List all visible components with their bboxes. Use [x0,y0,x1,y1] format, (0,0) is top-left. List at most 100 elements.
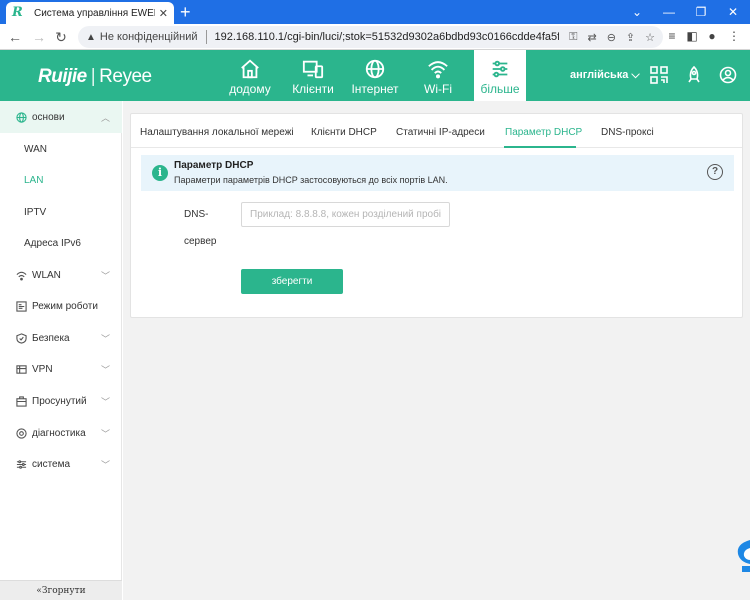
sidebar-item-lan[interactable]: LAN [0,164,122,196]
tab-dhcp-option[interactable]: Параметр DHCP [505,127,582,138]
nav-wifi-label: Wi-Fi [424,82,452,96]
zoom-icon[interactable]: ⊖ [607,31,616,44]
globe-icon [365,59,385,79]
translate-icon[interactable]: ⇄ [587,31,596,44]
tab-dns-proxy[interactable]: DNS-проксі [601,127,654,138]
sidebar-item-wlan[interactable]: WLAN ﹀ [0,259,122,291]
nav-home-label: додому [229,82,271,96]
nav-wifi[interactable]: Wi-Fi [416,50,460,101]
restore-button[interactable]: ❐ [684,0,718,24]
new-tab-button[interactable]: + [180,2,191,22]
sidebar-item-diagnostics[interactable]: діагностика ﹀ [0,417,122,449]
save-button[interactable]: зберегти [241,269,343,294]
dns-server-input[interactable] [241,202,450,227]
side-panel-icon[interactable]: ◧ [684,29,700,43]
dns-server-label-line1: DNS- [184,209,209,220]
share-icon[interactable]: ⇪ [626,31,635,44]
reading-list-icon[interactable]: ≡ [664,29,680,43]
info-banner: i Параметр DHCP Параметри параметрів DHC… [141,155,734,191]
bookmark-star-icon[interactable]: ☆ [645,31,655,44]
briefcase-icon [15,395,27,407]
sidebar-item-basics[interactable]: основи ︿ [0,101,122,133]
qr-code-icon[interactable] [650,66,668,84]
sidebar-item-label: система [32,458,71,470]
rocket-icon[interactable] [685,66,703,84]
tab-static-ip[interactable]: Статичні IP-адреси [396,127,485,138]
sidebar-item-label: IPTV [24,206,47,218]
ruijie-favicon-icon: R [12,5,23,20]
nav-internet-label: Інтернет [351,82,399,96]
nav-more-label: більше [480,82,520,96]
sidebar-item-label: Режим роботи [32,300,98,312]
tab-lan-settings[interactable]: Налаштування локальної мережі [140,127,294,138]
dns-server-label-line2: сервер [184,236,217,247]
profile-avatar-icon[interactable]: ● [704,29,720,43]
info-text: Параметри параметрів DHCP застосовуються… [174,175,448,185]
url-text[interactable]: 192.168.110.1/cgi-bin/luci/;stok=51532d9… [215,31,560,43]
collapse-sidebar-button[interactable]: «Згорнути [0,580,122,600]
sidebar-item-label: VPN [32,363,53,375]
tab-close-icon[interactable]: ✕ [159,7,168,20]
sidebar-item-work-mode[interactable]: Режим роботи [0,290,122,322]
mode-icon [15,300,27,312]
sidebar-item-label: Адреса IPv6 [24,237,81,249]
nav-clients-label: Клієнти [292,82,334,96]
reload-icon[interactable]: ↻ [52,28,70,46]
sidebar-item-label: Просунутий [32,395,87,407]
vpn-icon [15,363,27,375]
user-account-icon[interactable] [719,66,737,84]
wifi-icon [428,61,448,79]
brand-reyee: Reyee [99,66,152,87]
security-status[interactable]: Не конфіденційний [100,31,198,43]
nav-clients[interactable]: Клієнти [289,50,337,101]
sidebar-item-ipv6[interactable]: Адреса IPv6 [0,227,122,259]
dhcp-option-card: Налаштування локальної мережі Клієнти DH… [130,113,743,318]
brand-ruijie: Ruijie [38,66,87,87]
diagnostics-icon [15,427,27,439]
chevron-down-icon: ﹀ [100,459,110,470]
minimize-button[interactable]: — [652,0,686,24]
chevron-down-icon: ﹀ [100,333,110,344]
tab-search-icon[interactable]: ⌄ [620,0,654,24]
close-window-button[interactable]: ✕ [716,0,750,24]
chevron-down-icon: ﹀ [100,428,110,439]
shield-icon [15,332,27,344]
forward-arrow-icon[interactable]: → [30,28,48,46]
info-icon: i [152,165,168,181]
nav-home[interactable]: додому [228,50,272,101]
sidebar: основи ︿ WAN LAN IPTV Адреса IPv6 WLAN ﹀… [0,101,122,600]
home-icon [241,59,259,79]
key-icon[interactable]: ⚿ [569,31,577,44]
sidebar-item-label: WLAN [32,269,61,281]
devices-icon [302,60,324,79]
sidebar-item-label: Безпека [32,332,70,344]
help-icon[interactable]: ? [707,164,723,180]
omnibox-divider [205,30,207,44]
browser-menu-icon[interactable]: ⋮ [726,29,742,43]
chevron-down-icon: ﹀ [100,270,110,281]
router-header: Ruijie | Reyee додому Клієнти Інтернет Wi-… [0,50,750,101]
nav-more[interactable]: більше [474,50,526,101]
sidebar-item-vpn[interactable]: VPN ﹀ [0,353,122,385]
sidebar-item-wan[interactable]: WAN [0,133,122,165]
brand-logo: Ruijie | Reyee [38,66,152,88]
sidebar-item-security[interactable]: Безпека ﹀ [0,322,122,354]
active-tab-underline [504,146,576,148]
sidebar-item-iptv[interactable]: IPTV [0,196,122,228]
tab-dhcp-clients[interactable]: Клієнти DHCP [311,127,377,138]
sidebar-item-label: діагностика [32,427,86,439]
browser-tab-strip: R Система управління EWEB ✕ + ⌄ — ❐ ✕ [0,0,750,24]
address-bar[interactable]: ▲ Не конфіденційний 192.168.110.1/cgi-bi… [78,26,663,48]
nav-internet[interactable]: Інтернет [351,50,399,101]
back-arrow-icon[interactable]: ← [6,28,24,46]
globe-icon [15,111,27,123]
sidebar-item-advanced[interactable]: Просунутий ﹀ [0,385,122,417]
warning-icon[interactable]: ▲ [86,32,96,43]
language-selector[interactable]: англійська ⌵ [570,69,640,82]
sidebar-item-label: WAN [24,143,47,155]
chevron-down-icon: ﹀ [100,364,110,375]
chat-support-icon[interactable] [734,538,750,572]
chevron-up-icon: ︿ [100,112,110,123]
browser-tab[interactable]: R Система управління EWEB ✕ [6,2,174,24]
sidebar-item-system[interactable]: система ﹀ [0,448,122,480]
